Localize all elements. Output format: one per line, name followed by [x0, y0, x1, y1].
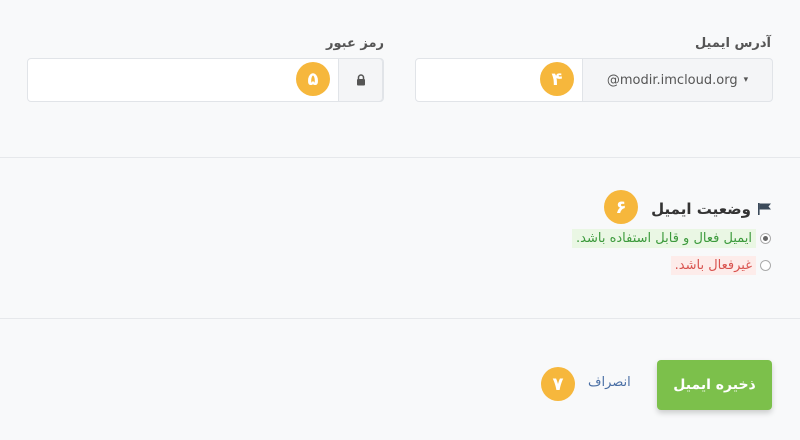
divider: [0, 157, 800, 158]
step-badge-7: ۷: [541, 367, 575, 401]
step-badge-6: ۶: [604, 190, 638, 224]
status-option-active-label: ایمیل فعال و قابل استفاده باشد.: [572, 229, 756, 248]
email-field-group: @modir.imcloud.org ▾: [415, 58, 773, 102]
status-heading: وضعیت ایمیل: [651, 200, 773, 218]
cancel-link[interactable]: انصراف: [588, 375, 631, 390]
status-option-inactive-label: غیرفعال باشد.: [670, 256, 756, 275]
password-input[interactable]: [28, 59, 340, 101]
email-domain-value: @modir.imcloud.org: [606, 72, 738, 88]
radio-inactive[interactable]: [760, 260, 771, 271]
lock-icon: [356, 74, 365, 86]
flag-icon: [758, 203, 771, 215]
password-lock-addon: [338, 58, 383, 102]
password-field-group: [27, 58, 384, 102]
status-title: وضعیت ایمیل: [651, 200, 751, 218]
divider: [0, 318, 800, 319]
step-badge-4: ۴: [540, 62, 574, 96]
radio-active[interactable]: [760, 233, 771, 244]
status-option-active[interactable]: ایمیل فعال و قابل استفاده باشد.: [572, 229, 771, 248]
email-domain-dropdown[interactable]: @modir.imcloud.org ▾: [582, 58, 773, 102]
caret-down-icon: ▾: [743, 75, 749, 85]
password-label: رمز عبور: [326, 36, 384, 51]
step-badge-5: ۵: [296, 62, 330, 96]
status-option-inactive[interactable]: غیرفعال باشد.: [670, 256, 771, 275]
save-button[interactable]: ذخیره ایمیل: [657, 360, 772, 410]
email-label: آدرس ایمیل: [694, 36, 771, 51]
